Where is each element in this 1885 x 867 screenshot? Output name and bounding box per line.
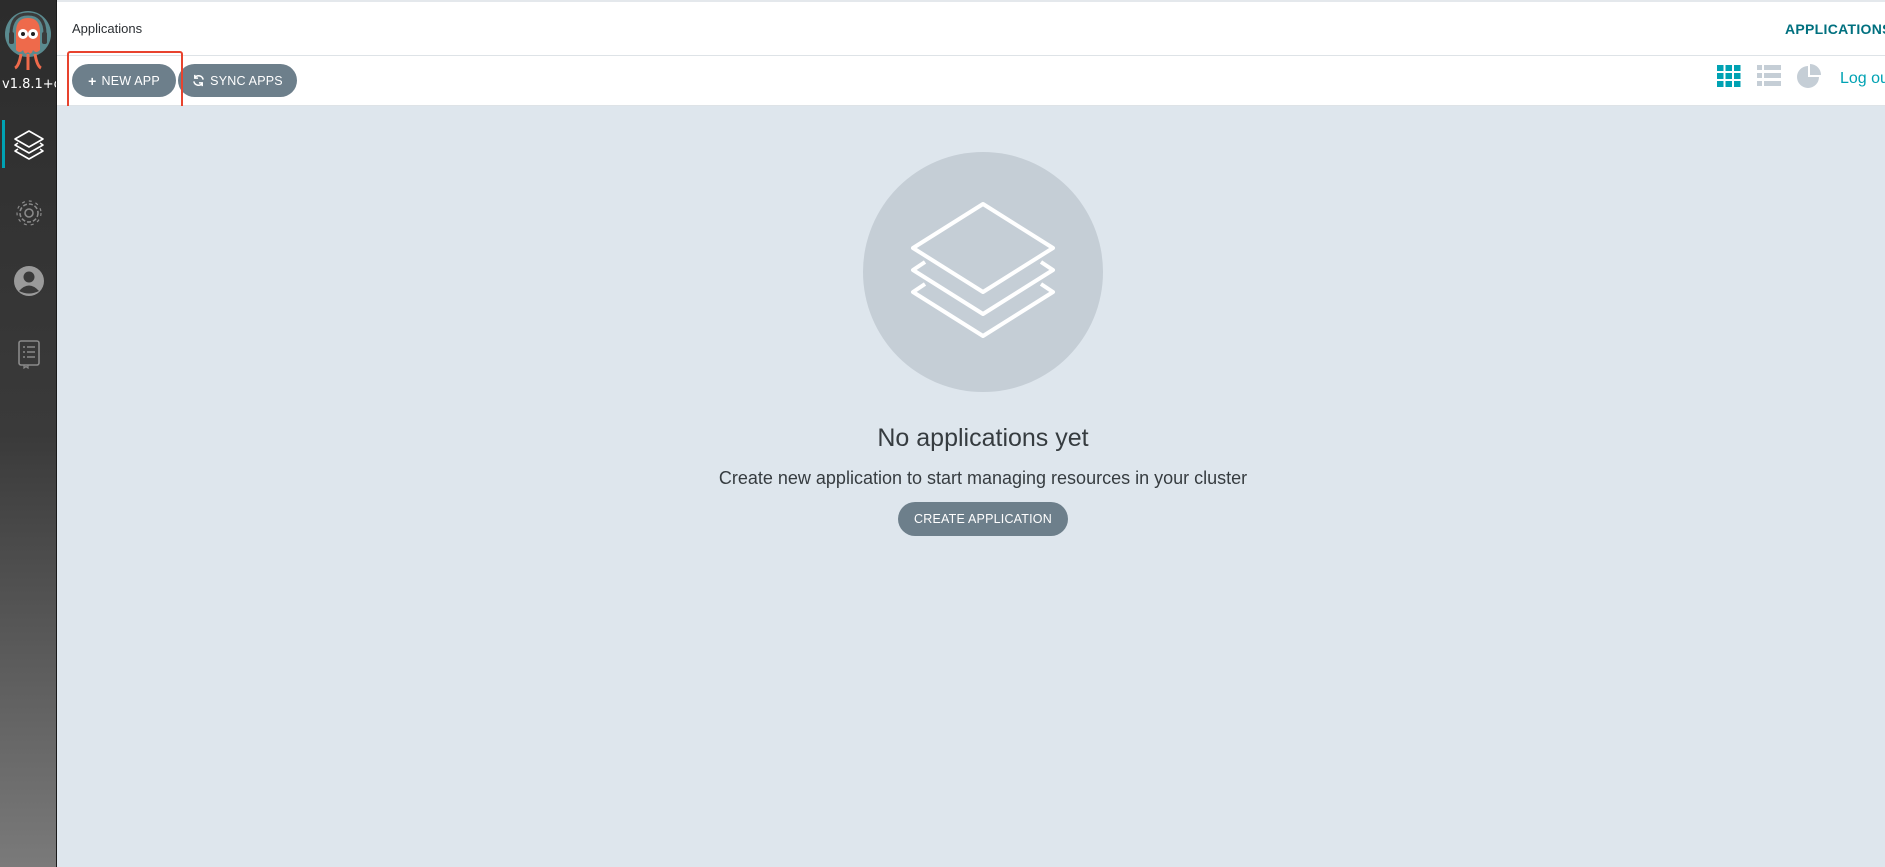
sidebar: v1.8.1+c xyxy=(0,0,57,867)
main-content: No applications yet Create new applicati… xyxy=(57,106,1885,867)
sidebar-item-documentation[interactable] xyxy=(0,328,57,380)
top-bar: Applications APPLICATIONS xyxy=(57,0,1885,56)
user-icon xyxy=(13,266,44,296)
sidebar-item-user-info[interactable] xyxy=(0,255,57,307)
layers-icon xyxy=(911,202,1055,338)
summary-view-icon[interactable] xyxy=(1797,64,1821,88)
list-view-icon[interactable] xyxy=(1757,64,1781,88)
argo-logo[interactable] xyxy=(3,10,53,74)
empty-state-title: No applications yet xyxy=(877,424,1089,452)
toolbar: + NEW APP SYNC APPS xyxy=(57,56,1885,106)
layers-icon xyxy=(13,130,44,160)
sync-apps-label: SYNC APPS xyxy=(210,73,283,88)
gear-icon xyxy=(15,200,42,226)
empty-state-subtitle: Create new application to start managing… xyxy=(718,468,1248,488)
new-app-button[interactable]: + NEW APP xyxy=(72,64,176,97)
create-application-button[interactable]: CREATE APPLICATION xyxy=(898,502,1068,536)
tiles-view-icon[interactable] xyxy=(1717,64,1741,88)
sync-icon xyxy=(193,74,205,87)
empty-state-illustration xyxy=(863,152,1103,392)
sync-apps-button[interactable]: SYNC APPS xyxy=(178,64,297,97)
logout-link[interactable]: Log out xyxy=(1840,70,1885,88)
sidebar-item-applications[interactable] xyxy=(0,118,57,170)
sidebar-item-settings[interactable] xyxy=(0,187,57,239)
docs-icon xyxy=(17,340,40,369)
new-app-label: NEW APP xyxy=(101,73,160,88)
header-section-title: APPLICATIONS xyxy=(1785,21,1885,37)
version-label: v1.8.1+c xyxy=(2,77,56,92)
page-title: Applications xyxy=(72,21,143,36)
plus-icon: + xyxy=(88,72,97,89)
